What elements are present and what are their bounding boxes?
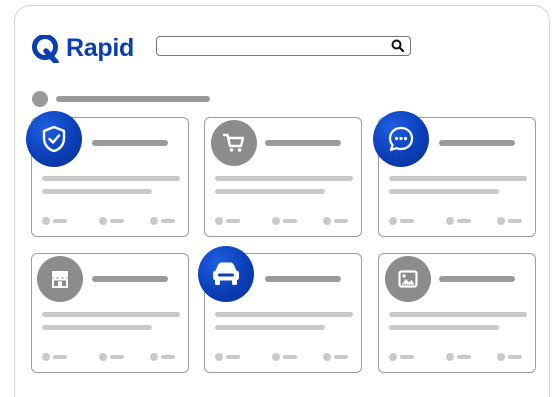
card-text-placeholder <box>42 189 152 194</box>
card-title-placeholder <box>265 140 341 146</box>
car-icon[interactable] <box>198 246 254 302</box>
card-meta-placeholder <box>226 355 240 359</box>
card-meta-dot <box>150 217 158 225</box>
card-meta-dot <box>497 353 505 361</box>
card-meta-dot <box>99 353 107 361</box>
card-title-placeholder <box>92 276 168 282</box>
card-meta-placeholder <box>457 219 471 223</box>
card-text-placeholder <box>389 312 527 317</box>
card-meta-placeholder <box>334 219 348 223</box>
card-meta-dot <box>42 353 50 361</box>
card-title-placeholder <box>439 276 515 282</box>
card-text-placeholder <box>215 312 353 317</box>
card-text-placeholder <box>215 176 353 181</box>
card-meta-placeholder <box>161 219 175 223</box>
shield-check-icon[interactable] <box>26 111 82 167</box>
card-text-placeholder <box>42 312 180 317</box>
card-meta-dot <box>150 353 158 361</box>
card-meta-placeholder <box>110 355 124 359</box>
card-meta-dot <box>42 217 50 225</box>
card-text-placeholder <box>389 325 499 330</box>
chat-bubble-icon[interactable] <box>373 111 429 167</box>
card-meta-placeholder <box>110 219 124 223</box>
card-meta-placeholder <box>283 219 297 223</box>
search-input[interactable] <box>156 36 411 56</box>
card-text-placeholder <box>42 176 180 181</box>
logo[interactable]: Rapid <box>32 34 134 63</box>
card-text-placeholder <box>42 325 152 330</box>
card-meta-placeholder <box>400 355 414 359</box>
image-icon[interactable] <box>385 256 431 302</box>
card-meta-placeholder <box>283 355 297 359</box>
card-meta-dot <box>323 353 331 361</box>
shopping-cart-icon[interactable] <box>211 120 257 166</box>
card-meta-dot <box>215 217 223 225</box>
card-title-placeholder <box>265 276 341 282</box>
card-meta-dot <box>99 217 107 225</box>
card-title-placeholder <box>92 140 168 146</box>
card-meta-dot <box>446 217 454 225</box>
card-meta-dot <box>389 353 397 361</box>
card-meta-placeholder <box>457 355 471 359</box>
card-meta-placeholder <box>161 355 175 359</box>
card-meta-dot <box>389 217 397 225</box>
card-text-placeholder <box>389 176 527 181</box>
card-meta-placeholder <box>334 355 348 359</box>
card-text-placeholder <box>389 189 499 194</box>
card-meta-dot <box>323 217 331 225</box>
card-meta-placeholder <box>53 355 67 359</box>
card-meta-dot <box>215 353 223 361</box>
card-meta-placeholder <box>400 219 414 223</box>
card-meta-placeholder <box>53 219 67 223</box>
search-icon[interactable] <box>391 39 404 52</box>
card-text-placeholder <box>215 325 325 330</box>
card-meta-dot <box>446 353 454 361</box>
card-text-placeholder <box>215 189 325 194</box>
card-meta-dot <box>272 217 280 225</box>
card-title-placeholder <box>439 140 515 146</box>
storefront-icon[interactable] <box>37 256 83 302</box>
card-meta-dot <box>497 217 505 225</box>
brand-name: Rapid <box>66 34 134 62</box>
card-meta-placeholder <box>508 219 522 223</box>
rapid-logo-icon <box>32 34 59 63</box>
section-avatar-placeholder <box>32 91 48 107</box>
card-meta-placeholder <box>226 219 240 223</box>
card-meta-placeholder <box>508 355 522 359</box>
card-meta-dot <box>272 353 280 361</box>
section-title-placeholder <box>56 96 210 102</box>
